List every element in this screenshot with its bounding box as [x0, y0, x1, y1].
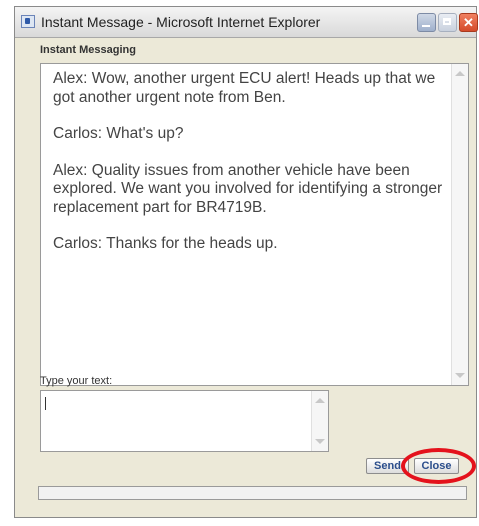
- message-item: Carlos: Thanks for the heads up.: [53, 235, 278, 252]
- scroll-down-icon[interactable]: [455, 373, 465, 378]
- chat-heading: Instant Messaging: [40, 44, 136, 56]
- status-bar: [38, 486, 467, 500]
- message-input[interactable]: [41, 391, 311, 451]
- text-caret: [45, 397, 46, 410]
- message-item: Alex: Wow, another urgent ECU alert! Hea…: [53, 70, 436, 106]
- title-bar[interactable]: Instant Message - Microsoft Internet Exp…: [15, 7, 478, 38]
- message-item: Alex: Quality issues from another vehicl…: [53, 161, 443, 216]
- minimize-icon[interactable]: [417, 13, 436, 32]
- chat-transcript[interactable]: Alex: Wow, another urgent ECU alert! Hea…: [40, 63, 469, 386]
- input-scrollbar[interactable]: [311, 391, 328, 451]
- send-button[interactable]: Send: [366, 458, 409, 474]
- scroll-up-icon[interactable]: [455, 71, 465, 76]
- message-input-box[interactable]: [40, 390, 329, 452]
- ie-page-icon: [21, 15, 35, 28]
- message-list: Alex: Wow, another urgent ECU alert! Hea…: [53, 70, 448, 272]
- close-icon[interactable]: ✕: [459, 13, 478, 32]
- close-button[interactable]: Close: [414, 458, 459, 474]
- compose-label: Type your text:: [40, 375, 113, 387]
- message-item: Carlos: What's up?: [53, 125, 184, 142]
- scroll-up-icon[interactable]: [315, 398, 325, 403]
- maximize-icon[interactable]: [438, 13, 457, 32]
- window-title: Instant Message - Microsoft Internet Exp…: [41, 14, 321, 30]
- chat-scrollbar[interactable]: [451, 64, 468, 385]
- scroll-down-icon[interactable]: [315, 439, 325, 444]
